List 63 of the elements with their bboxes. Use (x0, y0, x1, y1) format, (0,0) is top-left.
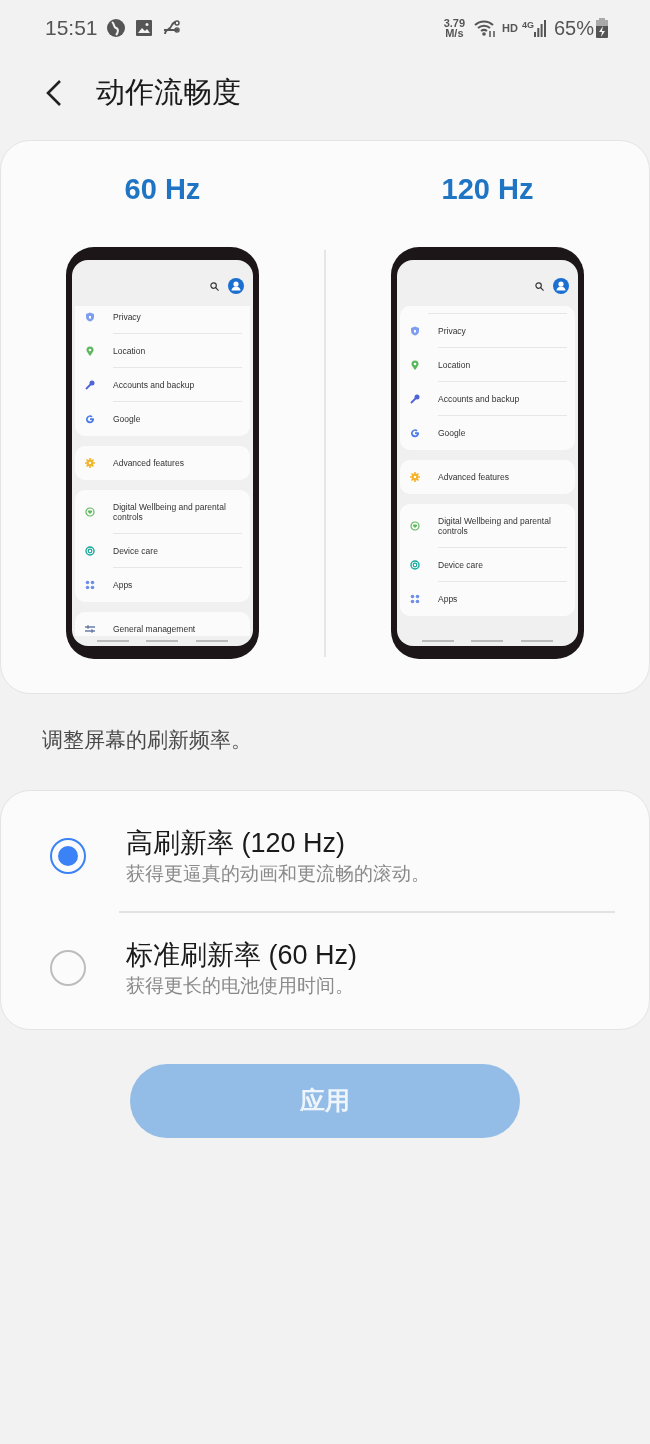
shield-icon (410, 326, 420, 336)
key-icon (410, 394, 420, 404)
battery-icon (596, 18, 608, 38)
avatar-icon (228, 278, 244, 294)
location-pin-icon (85, 346, 95, 356)
refresh-rate-label: 120 Hz (441, 172, 534, 207)
settings-item-label: Advanced features (113, 458, 184, 468)
settings-item-label: Digital Wellbeing and parental controls (113, 501, 227, 522)
page-title: 动作流畅度 (96, 75, 241, 111)
gear-icon (85, 458, 95, 468)
option-subtitle: 获得更长的电池使用时间。 (126, 974, 355, 998)
google-icon (410, 428, 420, 438)
radio-button[interactable] (50, 838, 86, 874)
key-icon (85, 380, 95, 390)
settings-item-label: Location (113, 345, 146, 356)
avatar-icon (553, 278, 569, 294)
settings-item-label: Privacy (113, 311, 141, 322)
image-icon (134, 19, 153, 37)
search-icon (210, 281, 219, 291)
device-care-icon (85, 546, 95, 556)
speed-value: 3.79 (443, 18, 466, 28)
settings-item-label: Location (438, 359, 471, 370)
settings-item-label: Digital Wellbeing and parental controls (438, 515, 552, 536)
settings-item-label: General management (113, 624, 196, 634)
option-subtitle: 获得更逼真的动画和更流畅的滚动。 (126, 862, 430, 886)
clock: 15:51 (45, 15, 98, 42)
settings-item-label: Privacy (438, 325, 466, 336)
back-icon (46, 80, 62, 106)
gear-icon (410, 472, 420, 482)
option-title: 标准刷新率 (60 Hz) (126, 939, 358, 972)
speed-unit: M/s (445, 28, 464, 38)
apps-icon (410, 594, 420, 604)
shield-icon (85, 312, 95, 322)
settings-item-label: Advanced features (438, 472, 509, 482)
battery-percent: 65% (553, 16, 594, 41)
wellbeing-icon (85, 507, 95, 517)
globe-icon (105, 18, 126, 38)
link-icon (161, 19, 180, 37)
settings-item-label: Apps (438, 594, 458, 604)
wellbeing-icon (410, 521, 420, 531)
settings-item-label: Accounts and backup (438, 393, 520, 404)
hd-label: HD (502, 20, 518, 36)
wifi-icon (473, 18, 498, 38)
signal-icon (533, 19, 546, 37)
apps-icon (85, 580, 95, 590)
option-title: 高刷新率 (120 Hz) (126, 827, 347, 860)
refresh-rate-option[interactable]: 标准刷新率 (60 Hz) 获得更长的电池使用时间。 (1, 923, 649, 1013)
location-pin-icon (410, 360, 420, 370)
radio-button[interactable] (50, 950, 86, 986)
description-text: 调整屏幕的刷新频率。 (42, 727, 253, 753)
google-icon (85, 414, 95, 424)
settings-item-label: Device care (438, 559, 483, 570)
settings-item-label: Google (438, 428, 466, 438)
refresh-rate-label: 60 Hz (124, 172, 201, 207)
device-care-icon (410, 560, 420, 570)
settings-item-label: Accounts and backup (113, 379, 195, 390)
settings-item-label: Device care (113, 545, 158, 556)
settings-item-label: Apps (113, 580, 133, 590)
network-type: 4G (521, 19, 534, 32)
settings-item-label: Google (113, 414, 141, 424)
search-icon (535, 281, 544, 291)
refresh-rate-option[interactable]: 高刷新率 (120 Hz) 获得更逼真的动画和更流畅的滚动。 (1, 811, 649, 901)
sliders-icon (85, 624, 95, 634)
